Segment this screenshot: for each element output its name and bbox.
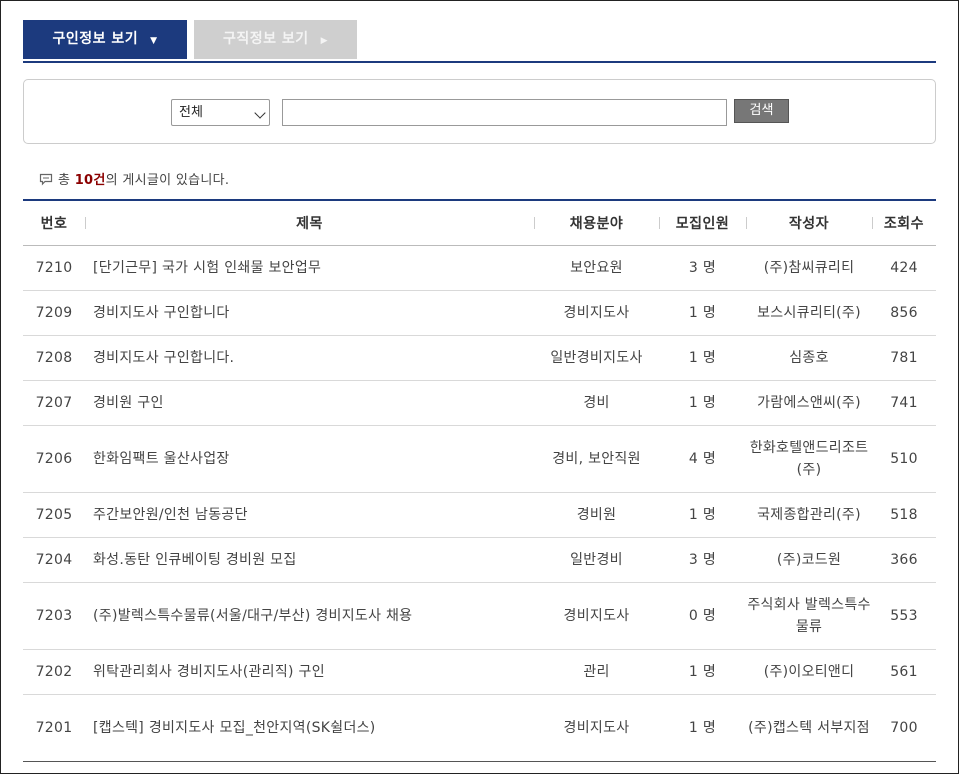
row-field: 일반경비 — [534, 537, 659, 583]
caret-right-icon: ▶ — [320, 36, 329, 46]
row-title-link[interactable]: 경비지도사 구인합니다. — [85, 335, 534, 381]
job-list-table: 번호 제목 채용분야 모집인원 작성자 조회수 7210 [단기근무] 국가 시… — [23, 199, 936, 762]
row-views: 781 — [872, 335, 936, 381]
row-views: 700 — [872, 694, 936, 762]
table-row[interactable]: 7203 (주)발렉스특수물류(서울/대구/부산) 경비지도사 채용 경비지도사… — [23, 582, 936, 650]
search-panel: 전체 검색 — [23, 79, 936, 144]
count-value: 10건 — [74, 173, 106, 188]
row-recruit-count: 1 명 — [659, 335, 746, 381]
row-number: 7205 — [23, 492, 85, 538]
row-title-link[interactable]: 경비지도사 구인합니다 — [85, 290, 534, 336]
row-author: (주)코드원 — [746, 537, 872, 583]
header-title: 제목 — [85, 200, 534, 246]
row-field: 경비, 보안직원 — [534, 425, 659, 493]
row-field: 경비지도사 — [534, 694, 659, 762]
header-author: 작성자 — [746, 200, 872, 246]
header-number: 번호 — [23, 200, 85, 246]
row-views: 510 — [872, 425, 936, 493]
row-title-link[interactable]: [단기근무] 국가 시험 인쇄물 보안업무 — [85, 245, 534, 291]
table-row[interactable]: 7210 [단기근무] 국가 시험 인쇄물 보안업무 보안요원 3 명 (주)참… — [23, 245, 936, 291]
table-row[interactable]: 7202 위탁관리회사 경비지도사(관리직) 구인 관리 1 명 (주)이오티앤… — [23, 649, 936, 695]
row-author: 가람에스앤씨(주) — [746, 380, 872, 426]
comment-icon — [39, 173, 53, 186]
row-number: 7202 — [23, 649, 85, 695]
row-title-link[interactable]: 경비원 구인 — [85, 380, 534, 426]
row-recruit-count: 0 명 — [659, 582, 746, 650]
row-author: 심종호 — [746, 335, 872, 381]
row-title-link[interactable]: 화성.동탄 인큐베이팅 경비원 모집 — [85, 537, 534, 583]
tab-bar: 구인정보 보기 ▼ 구직정보 보기 ▶ — [23, 20, 936, 63]
caret-down-icon: ▼ — [150, 36, 158, 46]
header-views: 조회수 — [872, 200, 936, 246]
tab-job-offers[interactable]: 구인정보 보기 ▼ — [23, 20, 187, 59]
tab-job-seekers[interactable]: 구직정보 보기 ▶ — [194, 20, 357, 59]
row-field: 경비지도사 — [534, 582, 659, 650]
row-number: 7209 — [23, 290, 85, 336]
row-number: 7201 — [23, 694, 85, 762]
table-header-row: 번호 제목 채용분야 모집인원 작성자 조회수 — [23, 200, 936, 246]
row-recruit-count: 1 명 — [659, 492, 746, 538]
table-row[interactable]: 7207 경비원 구인 경비 1 명 가람에스앤씨(주) 741 — [23, 380, 936, 426]
row-title-link[interactable]: 주간보안원/인천 남동공단 — [85, 492, 534, 538]
row-number: 7207 — [23, 380, 85, 426]
row-field: 관리 — [534, 649, 659, 695]
row-number: 7203 — [23, 582, 85, 650]
row-author: (주)이오티앤디 — [746, 649, 872, 695]
row-field: 일반경비지도사 — [534, 335, 659, 381]
table-row[interactable]: 7208 경비지도사 구인합니다. 일반경비지도사 1 명 심종호 781 — [23, 335, 936, 381]
row-views: 561 — [872, 649, 936, 695]
row-views: 518 — [872, 492, 936, 538]
row-recruit-count: 1 명 — [659, 694, 746, 762]
row-author: 국제종합관리(주) — [746, 492, 872, 538]
row-recruit-count: 1 명 — [659, 380, 746, 426]
tab-job-offers-label: 구인정보 보기 — [52, 31, 139, 47]
chevron-down-icon — [254, 107, 266, 119]
row-views: 366 — [872, 537, 936, 583]
post-count: 총 10건의 게시글이 있습니다. — [39, 169, 229, 188]
search-category-select[interactable]: 전체 — [171, 99, 270, 126]
row-views: 741 — [872, 380, 936, 426]
row-field: 경비지도사 — [534, 290, 659, 336]
row-title-link[interactable]: (주)발렉스특수물류(서울/대구/부산) 경비지도사 채용 — [85, 582, 534, 650]
row-title-link[interactable]: [캡스텍] 경비지도사 모집_천안지역(SK쉴더스) — [85, 694, 534, 762]
table-row[interactable]: 7205 주간보안원/인천 남동공단 경비원 1 명 국제종합관리(주) 518 — [23, 492, 936, 538]
row-author: 한화호텔앤드리조트(주) — [746, 425, 872, 493]
row-recruit-count: 4 명 — [659, 425, 746, 493]
table-row[interactable]: 7201 [캡스텍] 경비지도사 모집_천안지역(SK쉴더스) 경비지도사 1 … — [23, 694, 936, 762]
row-views: 553 — [872, 582, 936, 650]
table-row[interactable]: 7204 화성.동탄 인큐베이팅 경비원 모집 일반경비 3 명 (주)코드원 … — [23, 537, 936, 583]
row-views: 856 — [872, 290, 936, 336]
count-prefix: 총 — [58, 173, 75, 188]
row-recruit-count: 1 명 — [659, 649, 746, 695]
header-field: 채용분야 — [534, 200, 659, 246]
row-recruit-count: 3 명 — [659, 245, 746, 291]
row-field: 보안요원 — [534, 245, 659, 291]
page-frame: 구인정보 보기 ▼ 구직정보 보기 ▶ 전체 검색 총 10건의 게시글이 있습니다… — [0, 0, 959, 774]
row-author: (주)캡스텍 서부지점 — [746, 694, 872, 762]
row-author: (주)참씨큐리티 — [746, 245, 872, 291]
row-author: 주식회사 발렉스특수물류 — [746, 582, 872, 650]
count-suffix: 의 게시글이 있습니다. — [105, 173, 230, 188]
row-recruit-count: 3 명 — [659, 537, 746, 583]
row-views: 424 — [872, 245, 936, 291]
row-number: 7210 — [23, 245, 85, 291]
row-recruit-count: 1 명 — [659, 290, 746, 336]
search-category-value: 전체 — [179, 105, 203, 120]
header-recruit-count: 모집인원 — [659, 200, 746, 246]
row-number: 7204 — [23, 537, 85, 583]
row-field: 경비 — [534, 380, 659, 426]
row-author: 보스시큐리티(주) — [746, 290, 872, 336]
search-input[interactable] — [282, 99, 727, 126]
table-row[interactable]: 7206 한화임팩트 울산사업장 경비, 보안직원 4 명 한화호텔앤드리조트(… — [23, 425, 936, 493]
table-row[interactable]: 7209 경비지도사 구인합니다 경비지도사 1 명 보스시큐리티(주) 856 — [23, 290, 936, 336]
row-title-link[interactable]: 한화임팩트 울산사업장 — [85, 425, 534, 493]
row-title-link[interactable]: 위탁관리회사 경비지도사(관리직) 구인 — [85, 649, 534, 695]
search-button[interactable]: 검색 — [734, 99, 789, 123]
row-number: 7208 — [23, 335, 85, 381]
tab-job-seekers-label: 구직정보 보기 — [222, 31, 309, 47]
row-number: 7206 — [23, 425, 85, 493]
row-field: 경비원 — [534, 492, 659, 538]
